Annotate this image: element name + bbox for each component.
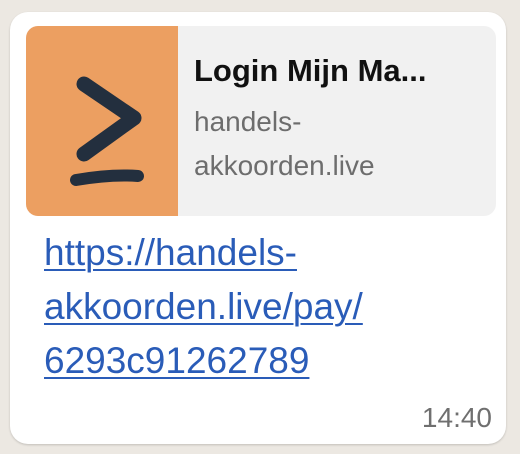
link-preview-text: Login Mijn Ma... handels- akkoorden.live (194, 52, 490, 188)
link-preview-domain-line: akkoorden.live (194, 150, 375, 181)
link-preview-title: Login Mijn Ma... (194, 53, 427, 88)
link-preview-domain-line: handels- (194, 106, 302, 137)
message-timestamp: 14:40 (421, 402, 492, 433)
link-preview-card[interactable]: Login Mijn Ma... handels- akkoorden.live (26, 26, 496, 216)
message-link-line[interactable]: https://handels- (44, 226, 484, 280)
greater-than-or-equal-icon (70, 76, 144, 186)
message-link-line[interactable]: akkoorden.live/pay/ (44, 280, 484, 334)
message-link[interactable]: https://handels- akkoorden.live/pay/ 629… (44, 226, 484, 388)
link-preview-domain: handels- akkoorden.live (194, 100, 474, 188)
link-preview-thumbnail (26, 26, 178, 216)
message-link-line[interactable]: 6293c91262789 (44, 334, 484, 388)
